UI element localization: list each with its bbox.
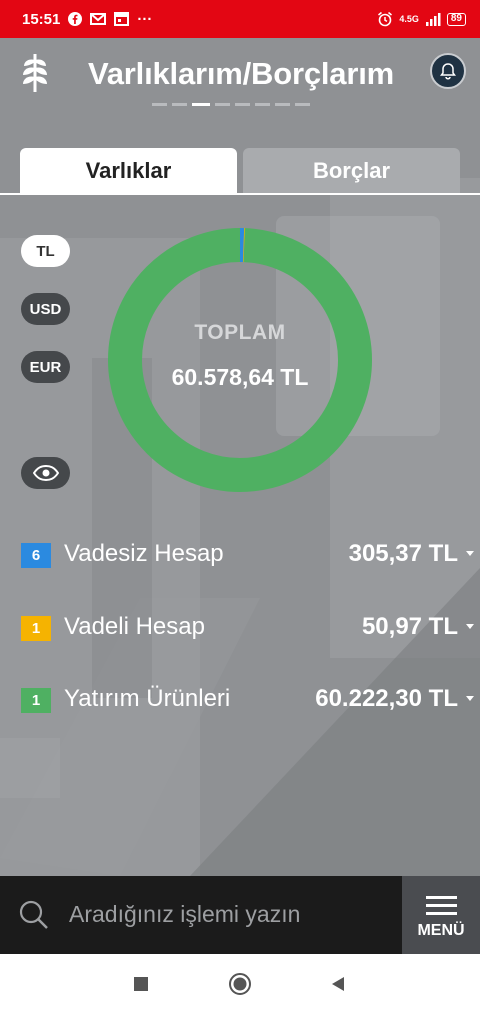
- asset-count-badge: 1: [21, 616, 51, 641]
- tab-varliklar[interactable]: Varlıklar: [20, 148, 237, 194]
- status-bar: 15:51 ··· 4.5G 89: [0, 0, 480, 38]
- asset-row-vadeli[interactable]: 1 Vadeli Hesap 50,97 TL: [0, 610, 480, 650]
- system-nav-bar: [0, 954, 480, 1012]
- back-icon[interactable]: [326, 972, 350, 996]
- asset-name: Vadeli Hesap: [64, 613, 205, 640]
- page-indicator: [152, 103, 310, 106]
- battery-icon: 89: [446, 12, 466, 26]
- battery-level: 89: [450, 13, 462, 24]
- page-dot: [295, 103, 310, 106]
- menu-button[interactable]: MENÜ: [402, 876, 480, 954]
- page-dot: [215, 103, 230, 106]
- page-dot: [172, 103, 187, 106]
- total-value: 60.578,64 TL: [171, 364, 309, 390]
- home-icon[interactable]: [228, 972, 252, 996]
- asset-count-badge: 6: [21, 543, 51, 568]
- currency-eur-button[interactable]: EUR: [21, 351, 70, 383]
- menu-label: MENÜ: [417, 921, 465, 939]
- page-dot: [235, 103, 250, 106]
- search-input[interactable]: Aradığınız işlemi yazın: [69, 901, 300, 928]
- currency-usd-button[interactable]: USD: [21, 293, 70, 325]
- search-icon: [18, 899, 50, 936]
- page-dot: [255, 103, 270, 106]
- total-label: TOPLAM: [194, 321, 286, 344]
- tab-bar: Varlıklar Borçlar: [0, 148, 480, 194]
- alarm-icon: [377, 11, 393, 27]
- page-dot-active: [192, 103, 210, 106]
- visibility-toggle-button[interactable]: [21, 457, 70, 489]
- facebook-icon: [68, 12, 83, 26]
- status-time: 15:51: [22, 10, 61, 28]
- tab-underline: [0, 193, 480, 195]
- eye-icon: [32, 465, 59, 481]
- asset-name: Vadesiz Hesap: [64, 540, 224, 567]
- signal-icon: [425, 12, 441, 26]
- app-area: Varlıklarım/Borçlarım Varlıklar Borçlar …: [0, 38, 480, 876]
- asset-amount: 60.222,30 TL: [315, 685, 458, 712]
- search-bar[interactable]: Aradığınız işlemi yazın: [0, 876, 402, 954]
- total-donut-chart: [108, 228, 372, 492]
- page-title: Varlıklarım/Borçlarım: [88, 56, 394, 91]
- app-header: Varlıklarım/Borçlarım: [0, 38, 480, 138]
- asset-count-badge: 1: [21, 688, 51, 713]
- caret-down-icon: [466, 624, 474, 629]
- donut-segment-3: [108, 228, 372, 492]
- tab-borclar[interactable]: Borçlar: [243, 148, 460, 194]
- page-dot: [275, 103, 290, 106]
- asset-name: Yatırım Ürünleri: [64, 685, 231, 712]
- gmail-icon: [90, 13, 107, 25]
- network-type: 4.5G: [399, 14, 419, 24]
- asset-row-vadesiz[interactable]: 6 Vadesiz Hesap 305,37 TL: [0, 537, 480, 577]
- currency-tl-button[interactable]: TL: [21, 235, 70, 267]
- hamburger-icon: [425, 891, 457, 920]
- asset-amount: 50,97 TL: [361, 613, 458, 640]
- wheat-logo-icon[interactable]: [18, 52, 52, 92]
- asset-row-yatirim[interactable]: 1 Yatırım Ürünleri 60.222,30 TL: [0, 682, 480, 722]
- calendar-icon: [114, 12, 130, 26]
- caret-down-icon: [466, 551, 474, 556]
- caret-down-icon: [466, 696, 474, 701]
- asset-amount: 305,37 TL: [348, 540, 458, 567]
- recent-apps-icon[interactable]: [129, 972, 153, 996]
- more-notifications-indicator: ···: [137, 10, 153, 28]
- page-dot: [152, 103, 167, 106]
- bell-icon[interactable]: [430, 53, 466, 89]
